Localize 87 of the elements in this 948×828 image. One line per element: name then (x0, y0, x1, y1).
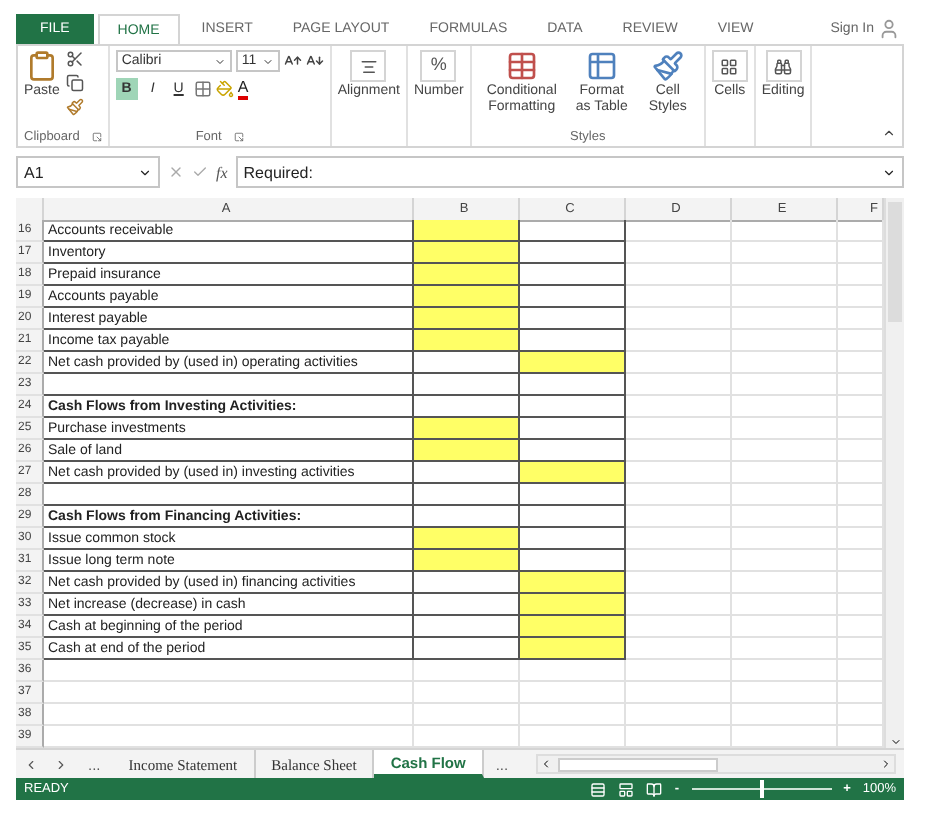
table-cell (732, 396, 838, 418)
launcher-icon[interactable] (233, 131, 244, 141)
table-cell (626, 396, 732, 418)
table-cell (626, 462, 732, 484)
table-cell (626, 440, 732, 462)
table-cell (626, 330, 732, 352)
table-cell (626, 286, 732, 308)
scroll-down-icon[interactable] (889, 736, 901, 748)
horizontal-scrollbar[interactable] (536, 754, 896, 774)
table-cell (732, 286, 838, 308)
scissors-icon[interactable] (65, 50, 84, 68)
table-cell (732, 462, 838, 484)
grid-icon[interactable] (720, 57, 739, 75)
table-cell (732, 330, 838, 352)
table-cell (626, 638, 732, 660)
avatar-icon[interactable] (878, 18, 900, 40)
paintbrush-icon[interactable] (651, 50, 684, 82)
table-cell (626, 704, 732, 726)
paintbrush-icon[interactable] (65, 98, 84, 116)
table-cell (732, 704, 838, 726)
table-cell (626, 506, 732, 528)
normal-view-icon[interactable] (590, 781, 607, 797)
enter-icon[interactable] (192, 164, 208, 180)
table-cell (732, 638, 838, 660)
table-cell (732, 616, 838, 638)
shrink-font-icon[interactable] (305, 52, 324, 70)
table-cell (626, 352, 732, 374)
table-cell (626, 594, 732, 616)
table-cell (732, 550, 838, 572)
table-cell (626, 308, 732, 330)
table-cell (626, 242, 732, 264)
table-cell (732, 220, 838, 242)
scroll-thumb[interactable] (888, 202, 902, 322)
table-cell (732, 594, 838, 616)
caret-icon[interactable] (138, 165, 152, 179)
fill-color-icon[interactable] (215, 80, 234, 98)
table-cell (626, 616, 732, 638)
collapse-ribbon-icon[interactable] (882, 126, 896, 140)
table-cell (732, 682, 838, 704)
table-cell (732, 308, 838, 330)
table-cell (626, 484, 732, 506)
table-cell (732, 660, 838, 682)
align-center-icon[interactable] (359, 57, 378, 75)
vertical-scrollbar[interactable] (884, 198, 904, 748)
table-cell (732, 264, 838, 286)
insert-function-button[interactable]: fx (216, 163, 228, 181)
previous-sheet-icon[interactable] (24, 757, 38, 771)
name-box[interactable]: A1 (16, 156, 160, 188)
caret-icon[interactable] (882, 165, 896, 179)
table-cell (626, 418, 732, 440)
table-cell (732, 418, 838, 440)
caret-icon (261, 55, 274, 67)
table-cell (626, 660, 732, 682)
table-cell (732, 374, 838, 396)
table-cell (732, 352, 838, 374)
table-cell (626, 682, 732, 704)
table-cell (732, 572, 838, 594)
scroll-thumb[interactable] (558, 757, 719, 771)
scroll-right-icon[interactable] (880, 758, 893, 770)
table-cell (732, 440, 838, 462)
table-cell (626, 528, 732, 550)
scroll-left-icon[interactable] (540, 758, 553, 770)
font-color-button[interactable]: A (237, 79, 249, 99)
copy-icon[interactable] (65, 74, 84, 92)
launcher-icon[interactable] (91, 131, 102, 141)
table-cell (732, 528, 838, 550)
table-cell (626, 220, 732, 242)
table-cell (626, 374, 732, 396)
table-icon[interactable] (505, 50, 538, 82)
page-break-icon[interactable] (646, 781, 663, 797)
formula-input[interactable]: Required: (235, 156, 904, 188)
borders-icon[interactable] (193, 80, 212, 98)
table-cell (732, 242, 838, 264)
table-cell (732, 506, 838, 528)
page-layout-icon[interactable] (618, 781, 635, 797)
caret-icon (213, 55, 226, 67)
table-cell (732, 484, 838, 506)
zoom-thumb[interactable] (759, 780, 764, 798)
table-cell (626, 264, 732, 286)
binoculars-icon[interactable] (774, 57, 793, 75)
table-icon[interactable] (585, 50, 618, 82)
table-cell (626, 550, 732, 572)
next-sheet-icon[interactable] (54, 757, 68, 771)
cancel-icon[interactable] (168, 164, 184, 180)
table-cell (626, 572, 732, 594)
clipboard-icon[interactable] (25, 50, 58, 82)
grow-font-icon[interactable] (283, 52, 302, 70)
